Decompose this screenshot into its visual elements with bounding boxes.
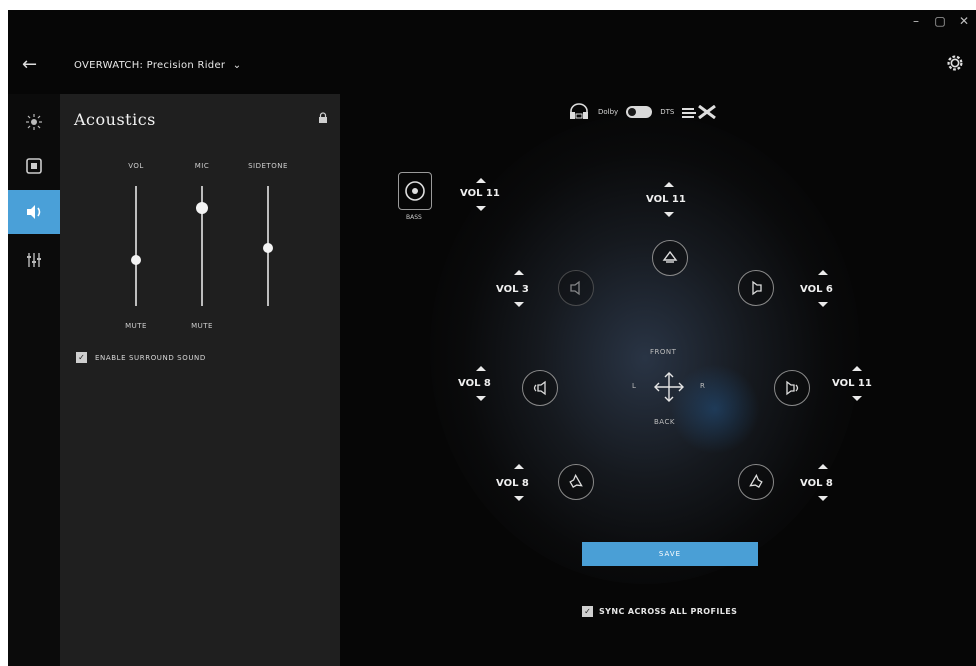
side-left-speaker-icon <box>533 380 546 396</box>
bass-label: BASS <box>406 214 422 221</box>
rear-right-vol-up[interactable] <box>818 464 828 469</box>
slider-thumb[interactable] <box>131 255 141 266</box>
bass-button[interactable] <box>398 172 432 210</box>
dts-label: DTS <box>660 108 675 116</box>
side-right-speaker-button[interactable] <box>774 370 810 406</box>
left-label: L <box>632 382 637 390</box>
maximize-button[interactable]: ▢ <box>932 14 948 28</box>
dolby-dts-toggle[interactable] <box>626 106 653 118</box>
surround-checkbox[interactable]: ✓ ENABLE SURROUND SOUND <box>76 352 206 363</box>
dtsx-logo-icon <box>682 105 717 119</box>
headset-mode-icon <box>570 103 588 119</box>
side-right-speaker-icon <box>786 380 799 396</box>
back-arrow-icon[interactable]: ← <box>22 56 44 74</box>
center-vol-up[interactable] <box>664 182 674 187</box>
rear-right-vol-down[interactable] <box>818 496 828 501</box>
side-right-vol-up[interactable] <box>852 366 862 371</box>
move-arrows-icon[interactable] <box>652 370 686 404</box>
front-left-speaker-icon <box>570 280 580 296</box>
front-left-speaker-button[interactable] <box>558 270 594 306</box>
profile-title: OVERWATCH: Precision Rider <box>74 60 226 71</box>
slider-thumb[interactable] <box>196 201 208 214</box>
bass-vol-down[interactable] <box>476 206 486 211</box>
minimize-button[interactable]: – <box>908 14 924 28</box>
rear-right-vol-value: VOL 8 <box>800 478 833 489</box>
bass-vol-up[interactable] <box>476 178 486 183</box>
center-vol-value: VOL 11 <box>646 194 686 205</box>
acoustics-panel: Acoustics VOL MUTE MIC MUTE SIDETONE ✓ E… <box>60 94 340 666</box>
rear-right-speaker-icon <box>749 473 763 488</box>
sidebar-item-audio[interactable] <box>8 190 60 234</box>
sidebar-rail <box>8 94 60 666</box>
front-right-vol-up[interactable] <box>818 270 828 275</box>
slider-label: SIDETONE <box>248 162 288 170</box>
side-left-speaker-button[interactable] <box>522 370 558 406</box>
sync-label: SYNC ACROSS ALL PROFILES <box>599 607 738 616</box>
rear-left-vol-value: VOL 8 <box>496 478 529 489</box>
rear-left-vol-down[interactable] <box>514 496 524 501</box>
front-label: FRONT <box>650 348 677 356</box>
rear-left-speaker-button[interactable] <box>558 464 594 500</box>
right-label: R <box>700 382 706 390</box>
sidebar-item-equalizer[interactable] <box>8 238 60 282</box>
front-right-vol-value: VOL 6 <box>800 284 833 295</box>
sidetone-slider[interactable]: SIDETONE <box>228 162 308 332</box>
surround-stage: Dolby DTS BASS VOL 11 VOL 11 VOL 3 VOL 6… <box>340 94 976 666</box>
sync-checkbox[interactable]: ✓ SYNC ACROSS ALL PROFILES <box>582 606 737 617</box>
front-right-vol-down[interactable] <box>818 302 828 307</box>
bass-vol-value: VOL 11 <box>460 188 500 199</box>
lighting-icon <box>26 114 42 130</box>
dolby-label: Dolby <box>598 108 619 116</box>
surround-label: ENABLE SURROUND SOUND <box>95 353 206 362</box>
slider-track[interactable] <box>135 186 137 306</box>
rear-left-speaker-icon <box>569 473 583 488</box>
lock-icon <box>319 112 327 123</box>
front-right-speaker-icon <box>752 280 762 296</box>
side-left-vol-down[interactable] <box>476 396 486 401</box>
side-left-vol-up[interactable] <box>476 366 486 371</box>
equalizer-icon <box>27 253 41 267</box>
sidebar-item-lighting[interactable] <box>8 100 60 144</box>
rear-left-vol-up[interactable] <box>514 464 524 469</box>
sidebar-item-display[interactable] <box>8 144 60 188</box>
subwoofer-icon <box>405 181 425 201</box>
front-left-vol-up[interactable] <box>514 270 524 275</box>
back-label: BACK <box>654 418 675 426</box>
center-vol-down[interactable] <box>664 212 674 217</box>
checkbox-icon[interactable]: ✓ <box>76 352 87 363</box>
slider-thumb[interactable] <box>263 243 273 254</box>
side-right-vol-down[interactable] <box>852 396 862 401</box>
head-silhouette <box>430 114 860 584</box>
side-right-vol-value: VOL 11 <box>832 378 872 389</box>
app-window: – ▢ ✕ ← OVERWATCH: Precision Rider ⌄ Aco… <box>8 10 976 666</box>
panel-title: Acoustics <box>74 110 156 129</box>
front-right-speaker-button[interactable] <box>738 270 774 306</box>
gear-icon[interactable] <box>944 52 966 74</box>
profile-selector[interactable]: OVERWATCH: Precision Rider ⌄ <box>74 60 241 71</box>
front-left-vol-down[interactable] <box>514 302 524 307</box>
chevron-down-icon: ⌄ <box>232 60 242 71</box>
center-speaker-icon <box>662 250 678 263</box>
audio-mode-row: Dolby DTS <box>568 102 717 122</box>
checkbox-icon[interactable]: ✓ <box>582 606 593 617</box>
close-button[interactable]: ✕ <box>956 14 972 28</box>
center-speaker-button[interactable] <box>652 240 688 276</box>
rear-right-speaker-button[interactable] <box>738 464 774 500</box>
speaker-icon <box>27 205 41 219</box>
save-button[interactable]: SAVE <box>582 542 758 566</box>
display-icon <box>26 158 42 174</box>
front-left-vol-value: VOL 3 <box>496 284 529 295</box>
side-left-vol-value: VOL 8 <box>458 378 491 389</box>
